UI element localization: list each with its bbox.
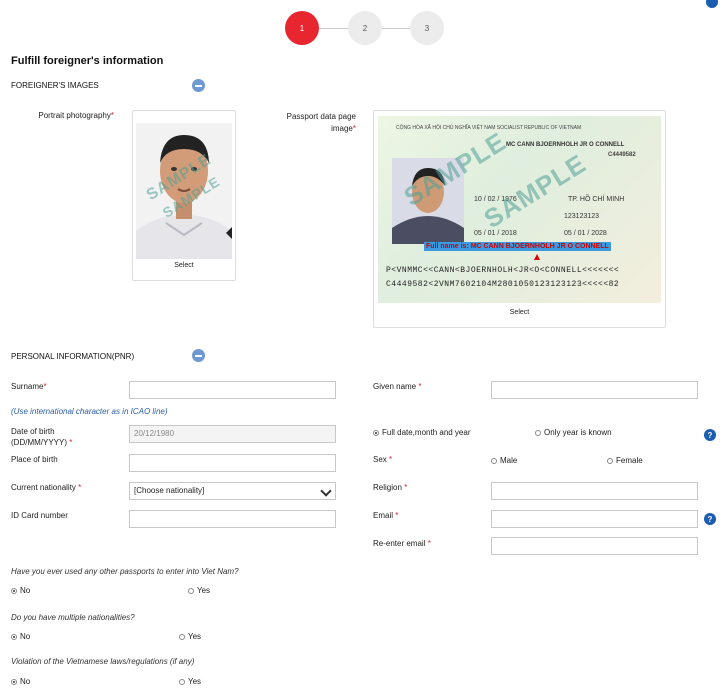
passport-number: C4449582 xyxy=(608,152,636,158)
portrait-upload[interactable]: SAMPLE SAMPLE Select xyxy=(132,110,236,281)
radio-dot xyxy=(607,457,613,464)
passport-name: MC CANN BJOERNHOLH JR O CONNELL xyxy=(506,142,625,148)
passport-select-button[interactable]: Select xyxy=(374,309,665,316)
step-2[interactable]: 2 xyxy=(348,11,382,45)
page-title: Fulfill foreigner's information xyxy=(11,55,164,67)
sex-label: Sex * xyxy=(373,455,393,464)
passport-place-of-birth: TP. HỒ CHÍ MINH xyxy=(568,196,625,203)
surname-input[interactable] xyxy=(129,381,336,399)
images-section-heading: FOREIGNER'S IMAGES xyxy=(11,81,99,90)
passport-mrz-line2: C4449582<2VNM7602104M2801050123123123<<<… xyxy=(386,280,620,289)
stepper-connector xyxy=(318,28,350,29)
radio-dot xyxy=(491,457,497,464)
sex-male-radio[interactable]: Male xyxy=(491,456,517,465)
nationality-select[interactable]: [Choose nationality] xyxy=(129,482,336,500)
multiple-nationalities-no-radio[interactable]: No xyxy=(11,632,30,641)
law-violation-yes-radio[interactable]: Yes xyxy=(179,677,201,686)
radio-dot xyxy=(179,678,185,685)
help-icon-top[interactable] xyxy=(706,0,718,8)
dob-input[interactable]: 20/12/1980 xyxy=(129,425,336,443)
step-3[interactable]: 3 xyxy=(410,11,444,45)
reenter-email-input[interactable] xyxy=(491,537,698,555)
question-multiple-nationalities: Do you have multiple nationalities? xyxy=(11,613,135,622)
step-1[interactable]: 1 xyxy=(285,11,319,45)
religion-input[interactable] xyxy=(491,482,698,500)
multiple-nationalities-yes-radio[interactable]: Yes xyxy=(179,632,201,641)
given-name-label: Given name * xyxy=(373,382,422,391)
passport-fullname-banner: Full name is: MC CANN BJOERNHOLH JR O CO… xyxy=(424,242,611,251)
passport-label: Passport data page image* xyxy=(286,112,356,133)
email-label: Email * xyxy=(373,511,399,520)
radio-dot xyxy=(11,633,17,640)
radio-dot xyxy=(535,429,541,436)
reenter-email-label: Re-enter email * xyxy=(373,539,431,548)
radio-dot xyxy=(373,429,379,436)
question-other-passports: Have you ever used any other passports t… xyxy=(11,567,239,576)
email-input[interactable] xyxy=(491,510,698,528)
portrait-label: Portrait photography* xyxy=(38,111,114,120)
law-violation-no-radio[interactable]: No xyxy=(11,677,30,686)
passport-expiry-date: 05 / 01 / 2028 xyxy=(564,230,607,237)
passport-sample-image: CỘNG HÒA XÃ HỘI CHỦ NGHĨA VIỆT NAM SOCIA… xyxy=(378,116,661,303)
stepper-connector xyxy=(381,28,411,29)
passport-upload[interactable]: CỘNG HÒA XÃ HỘI CHỦ NGHĨA VIỆT NAM SOCIA… xyxy=(373,110,666,328)
other-passports-no-radio[interactable]: No xyxy=(11,586,30,595)
portrait-select-button[interactable]: Select xyxy=(133,262,235,269)
personal-section-heading: PERSONAL INFORMATION(PNR) xyxy=(11,352,135,361)
icao-hint: (Use international character as in ICAO … xyxy=(11,407,168,416)
dob-label: Date of birth (DD/MM/YYYY) * xyxy=(11,427,73,447)
id-card-input[interactable] xyxy=(129,510,336,528)
id-card-label: ID Card number xyxy=(11,511,68,520)
radio-dot xyxy=(179,633,185,640)
collapse-personal-icon[interactable] xyxy=(192,349,205,362)
passport-mrz-line1: P<VNMMC<<CANN<BJOERNHOLH<JR<O<CONNELL<<<… xyxy=(386,266,620,275)
radio-dot xyxy=(11,678,17,685)
dob-year-only-radio[interactable]: Only year is known xyxy=(535,428,612,437)
nationality-label: Current nationality * xyxy=(11,483,82,492)
given-name-input[interactable] xyxy=(491,381,698,399)
dob-help-icon[interactable]: ? xyxy=(704,429,716,441)
email-help-icon[interactable]: ? xyxy=(704,513,716,525)
chevron-down-icon xyxy=(320,485,332,497)
sex-female-radio[interactable]: Female xyxy=(607,456,643,465)
question-law-violation: Violation of the Vietnamese laws/regulat… xyxy=(11,657,195,666)
dob-full-date-radio[interactable]: Full date,month and year xyxy=(373,428,471,437)
surname-label: Surname* xyxy=(11,382,47,391)
religion-label: Religion * xyxy=(373,483,408,492)
other-passports-yes-radio[interactable]: Yes xyxy=(188,586,210,595)
passport-id-no: 123123123 xyxy=(564,213,600,220)
collapse-images-icon[interactable] xyxy=(192,79,205,92)
arrow-up-icon xyxy=(534,254,540,260)
radio-dot xyxy=(11,587,17,594)
radio-dot xyxy=(188,587,194,594)
place-of-birth-label: Place of birth xyxy=(11,455,58,464)
place-of-birth-input[interactable] xyxy=(129,454,336,472)
